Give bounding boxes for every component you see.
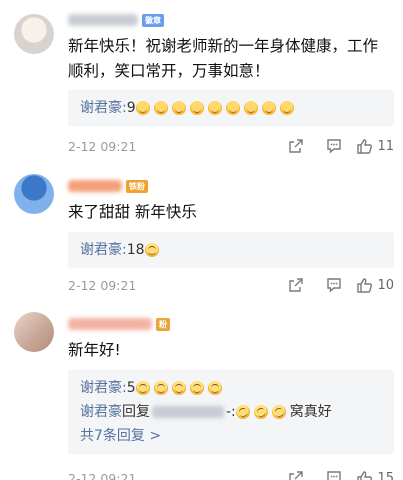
author-name-blurred[interactable] [68, 14, 138, 26]
reply-line[interactable]: 谢君豪: 5 [80, 376, 382, 400]
share-icon[interactable] [278, 277, 314, 293]
like-button[interactable]: 11 [356, 138, 394, 155]
reply-suffix: -: [226, 404, 236, 420]
comment-item: 徽章 新年快乐！祝谢老师新的一年身体健康，工作顺利，笑口常开，万事如意！ 谢君豪… [0, 0, 403, 160]
comment-time: 2-12 09:21 [68, 470, 137, 480]
smile-emoji-icon [243, 101, 258, 115]
user-badge: 徽章 [142, 13, 164, 27]
comment-meta: 2-12 09:21 10 [68, 276, 394, 294]
comment-text: 来了甜甜 新年快乐 [68, 203, 197, 221]
grin-emoji-icon [144, 243, 159, 257]
smile-emoji-icon [225, 101, 240, 115]
comment-meta: 2-12 09:21 11 [68, 137, 394, 155]
reply-box[interactable]: 谢君豪: 9 [68, 90, 394, 126]
comment-item: 铁粉 来了甜甜 新年快乐 谢君豪: 18 2-12 09:21 10 [0, 160, 403, 306]
fan-badge: 粉 [156, 317, 170, 331]
smile-emoji-icon [171, 101, 186, 115]
reply-line[interactable]: 谢君豪 回复 -: 窝真好 [80, 400, 382, 424]
like-count: 15 [377, 470, 394, 480]
like-count: 11 [377, 138, 394, 154]
reply-line[interactable]: 谢君豪: 18 [80, 238, 382, 262]
like-count: 10 [377, 277, 394, 293]
thumbs-up-icon [356, 138, 373, 155]
smile-emoji-icon [189, 101, 204, 115]
smile-emoji-icon [279, 101, 294, 115]
comment-meta: 2-12 09:21 15 [68, 469, 394, 480]
rofl-emoji-icon [251, 403, 270, 421]
laugh-emoji-icon [135, 381, 150, 395]
comment-time: 2-12 09:21 [68, 138, 137, 154]
comment-icon[interactable] [316, 138, 352, 154]
share-icon[interactable] [278, 470, 314, 480]
author-name-blurred[interactable] [68, 180, 122, 192]
comment-author-row: 粉 [68, 316, 170, 332]
comment-author-row: 铁粉 [68, 178, 148, 194]
reply-box[interactable]: 谢君豪: 5 谢君豪 回复 -: 窝真好 共7条回复 > [68, 370, 394, 454]
like-button[interactable]: 15 [356, 470, 394, 480]
like-button[interactable]: 10 [356, 277, 394, 294]
laugh-emoji-icon [189, 381, 204, 395]
thumbs-up-icon [356, 277, 373, 294]
reply-text: 18 [126, 242, 145, 258]
comment-text: 新年好! [68, 341, 121, 359]
reply-author[interactable]: 谢君豪: [80, 96, 127, 120]
reply-author[interactable]: 谢君豪 [80, 400, 122, 424]
comment-author-row: 徽章 [68, 12, 164, 28]
comment-text: 新年快乐！祝谢老师新的一年身体健康，工作顺利，笑口常开，万事如意！ [68, 37, 379, 80]
laugh-emoji-icon [171, 381, 186, 395]
reply-line[interactable]: 共7条回复 > [80, 424, 382, 448]
rofl-emoji-icon [233, 403, 252, 421]
reply-line[interactable]: 谢君豪: 9 [80, 96, 382, 120]
reply-text: 9 [126, 100, 136, 116]
reply-word: 回复 [122, 404, 150, 420]
comment-icon[interactable] [316, 277, 352, 293]
smile-emoji-icon [153, 101, 168, 115]
reply-author[interactable]: 谢君豪: [80, 238, 127, 262]
reply-box[interactable]: 谢君豪: 18 [68, 232, 394, 268]
smile-emoji-icon [207, 101, 222, 115]
reply-text: 5 [126, 380, 136, 396]
share-icon[interactable] [278, 138, 314, 154]
mention-blurred[interactable] [152, 406, 224, 418]
rofl-emoji-icon [269, 403, 288, 421]
laugh-emoji-icon [207, 381, 222, 395]
comment-icon[interactable] [316, 470, 352, 480]
avatar[interactable] [14, 174, 54, 214]
reply-author[interactable]: 谢君豪: [80, 376, 127, 400]
avatar[interactable] [14, 14, 54, 54]
laugh-emoji-icon [153, 381, 168, 395]
more-replies-link[interactable]: 共7条回复 > [80, 424, 161, 448]
avatar[interactable] [14, 312, 54, 352]
thumbs-up-icon [356, 470, 373, 480]
author-name-blurred[interactable] [68, 318, 152, 330]
fan-badge: 铁粉 [126, 179, 148, 193]
smile-emoji-icon [135, 101, 150, 115]
reply-tail: 窝真好 [289, 404, 332, 420]
comment-item: 粉 新年好! 谢君豪: 5 谢君豪 回复 -: 窝真好 共7条回复 > 2-12… [0, 306, 403, 480]
smile-emoji-icon [261, 101, 276, 115]
comment-time: 2-12 09:21 [68, 277, 137, 293]
